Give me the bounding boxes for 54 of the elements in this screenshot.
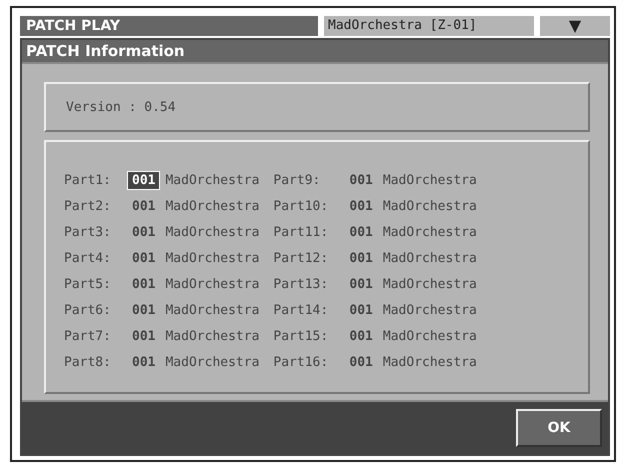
patch-number[interactable]: 001 bbox=[128, 224, 160, 240]
dropdown-button[interactable]: ▼ bbox=[538, 16, 610, 36]
patch-number[interactable]: 001 bbox=[345, 354, 377, 370]
patch-number[interactable]: 001 bbox=[128, 276, 160, 292]
patch-number[interactable]: 001 bbox=[345, 328, 377, 344]
patch-name: MadOrchestra bbox=[382, 354, 477, 370]
patch-name: MadOrchestra bbox=[165, 354, 260, 370]
part-label: Part13: bbox=[273, 276, 330, 292]
part-label: Part7: bbox=[64, 328, 112, 344]
part-label: Part14: bbox=[273, 302, 330, 318]
part-label: Part12: bbox=[273, 250, 330, 266]
part-label: Part15: bbox=[273, 328, 330, 344]
patch-name-field[interactable]: MadOrchestra [Z-01] bbox=[322, 16, 534, 36]
patch-name: MadOrchestra bbox=[165, 250, 260, 266]
patch-name: MadOrchestra bbox=[165, 276, 260, 292]
patch-name: MadOrchestra bbox=[165, 328, 260, 344]
part-label: Part8: bbox=[64, 354, 112, 370]
part-label: Part16: bbox=[273, 354, 330, 370]
patch-name: MadOrchestra bbox=[382, 224, 477, 240]
part-label: Part4: bbox=[64, 250, 112, 266]
part-label: Part6: bbox=[64, 302, 112, 318]
patch-number[interactable]: 001 bbox=[128, 302, 160, 318]
patch-number[interactable]: 001 bbox=[345, 172, 377, 188]
screen-title: PATCH PLAY bbox=[20, 16, 318, 36]
patch-number[interactable]: 001 bbox=[345, 276, 377, 292]
part-label: Part9: bbox=[273, 172, 322, 188]
dialog-title: PATCH Information bbox=[22, 40, 608, 64]
patch-name: MadOrchestra bbox=[165, 198, 260, 214]
patch-name: MadOrchestra bbox=[382, 302, 477, 318]
patch-name: MadOrchestra bbox=[382, 276, 477, 292]
patch-number[interactable]: 001 bbox=[345, 198, 377, 214]
patch-name: MadOrchestra bbox=[165, 224, 260, 240]
part-label: Part3: bbox=[64, 224, 112, 240]
patch-name: MadOrchestra bbox=[382, 328, 477, 344]
part-label: Part10: bbox=[273, 198, 330, 214]
patch-number[interactable]: 001 bbox=[345, 224, 377, 240]
part-label: Part5: bbox=[64, 276, 112, 292]
patch-number[interactable]: 001 bbox=[128, 198, 160, 214]
part-label: Part2: bbox=[64, 198, 112, 214]
ok-button[interactable]: OK bbox=[516, 409, 602, 447]
patch-name: MadOrchestra bbox=[165, 172, 260, 188]
patch-name: MadOrchestra bbox=[382, 172, 477, 188]
patch-name: MadOrchestra bbox=[382, 250, 477, 266]
version-text: Version : 0.54 bbox=[66, 100, 176, 114]
part-label: Part1: bbox=[64, 172, 112, 188]
patch-number[interactable]: 001 bbox=[128, 172, 160, 188]
patch-name: MadOrchestra bbox=[165, 302, 260, 318]
patch-name: MadOrchestra bbox=[382, 198, 477, 214]
patch-number[interactable]: 001 bbox=[128, 250, 160, 266]
patch-number[interactable]: 001 bbox=[128, 328, 160, 344]
patch-number[interactable]: 001 bbox=[128, 354, 160, 370]
patch-number[interactable]: 001 bbox=[345, 250, 377, 266]
part-label: Part11: bbox=[273, 224, 330, 240]
patch-number[interactable]: 001 bbox=[345, 302, 377, 318]
